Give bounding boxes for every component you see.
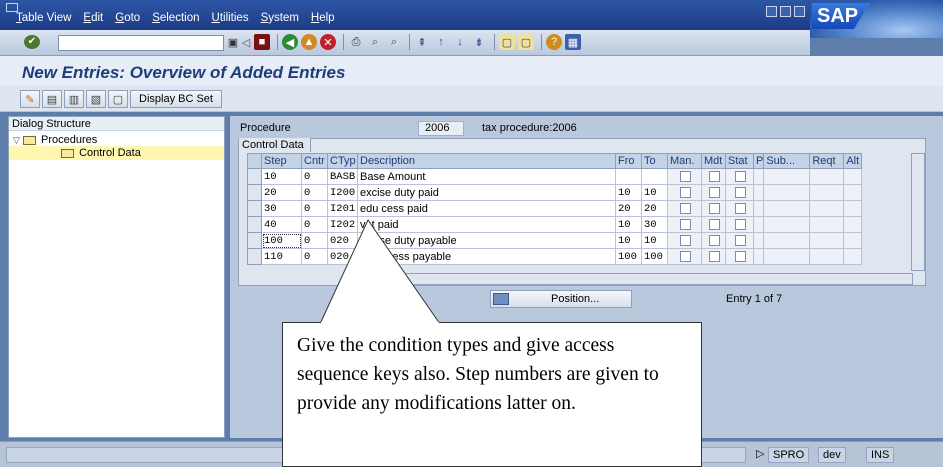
callout-pointer-join: [321, 322, 439, 324]
